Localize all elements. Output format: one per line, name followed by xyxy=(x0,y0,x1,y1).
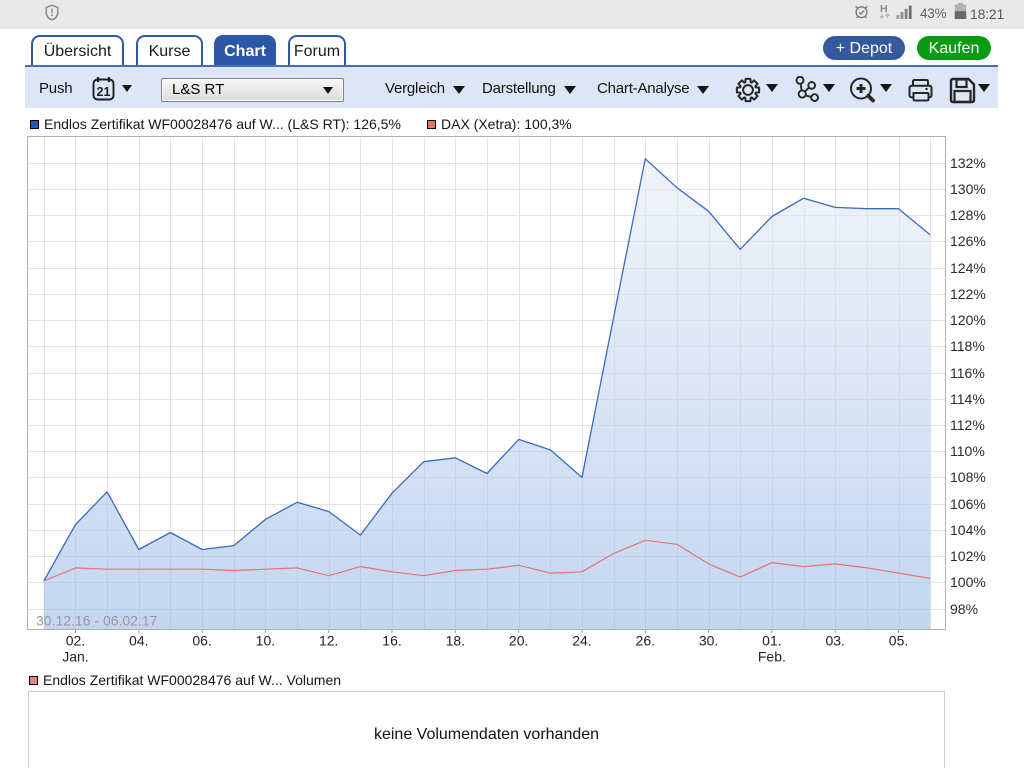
x-axis-label: 20. xyxy=(509,633,528,649)
x-axis-label: 06. xyxy=(192,633,211,649)
x-axis-label: 26. xyxy=(636,633,655,649)
legend-swatch-volume xyxy=(29,676,38,685)
y-axis-label: 106% xyxy=(950,496,986,512)
x-axis-label: 10. xyxy=(256,633,275,649)
y-axis-label: 126% xyxy=(950,233,986,249)
y-axis-label: 124% xyxy=(950,260,986,276)
legend-item-volume: Endlos Zertifikat WF00028476 auf W... Vo… xyxy=(29,672,341,688)
y-axis-label: 110% xyxy=(950,443,985,459)
y-axis-label: 122% xyxy=(950,286,986,302)
y-axis-label: 116% xyxy=(950,365,985,381)
price-chart[interactable]: 30.12.16 - 06.02.17 98% 100% 102% 104% 106% 1… xyxy=(0,0,1024,690)
y-axis-label: 112% xyxy=(950,417,985,433)
y-axis-label: 130% xyxy=(950,181,986,197)
y-axis-label: 104% xyxy=(950,522,986,538)
x-axis-month-label: Feb. xyxy=(758,649,786,665)
x-axis-label: 04. xyxy=(129,633,148,649)
y-axis-label: 98% xyxy=(950,601,978,617)
y-axis-label: 108% xyxy=(950,469,986,485)
screen: H 43% 18:21 Übersicht Kurse Chart Forum … xyxy=(0,0,1024,768)
x-axis-label: 01. xyxy=(762,633,781,649)
y-axis-label: 128% xyxy=(950,207,986,223)
x-axis-label: 24. xyxy=(572,633,591,649)
x-axis-label: 02. xyxy=(66,633,85,649)
y-axis-label: 102% xyxy=(950,548,986,564)
y-axis-label: 118% xyxy=(950,338,985,354)
y-axis-label: 132% xyxy=(950,155,986,171)
x-axis-month-label: Jan. xyxy=(62,649,88,665)
x-axis-label: 12. xyxy=(319,633,338,649)
y-axis-label: 120% xyxy=(950,312,986,328)
volume-message: keine Volumendaten vorhanden xyxy=(29,726,944,744)
y-axis-label: 100% xyxy=(950,574,986,590)
x-axis-label: 18. xyxy=(446,633,465,649)
x-axis-label: 30. xyxy=(699,633,718,649)
volume-panel: keine Volumendaten vorhanden xyxy=(28,691,945,768)
x-axis-label: 03. xyxy=(825,633,844,649)
chart-watermark-range: 30.12.16 - 06.02.17 xyxy=(36,613,158,629)
x-axis-label: 05. xyxy=(889,633,908,649)
x-axis-label: 16. xyxy=(382,633,401,649)
legend-label: Endlos Zertifikat WF00028476 auf W... Vo… xyxy=(43,672,341,688)
y-axis-label: 114% xyxy=(950,391,985,407)
